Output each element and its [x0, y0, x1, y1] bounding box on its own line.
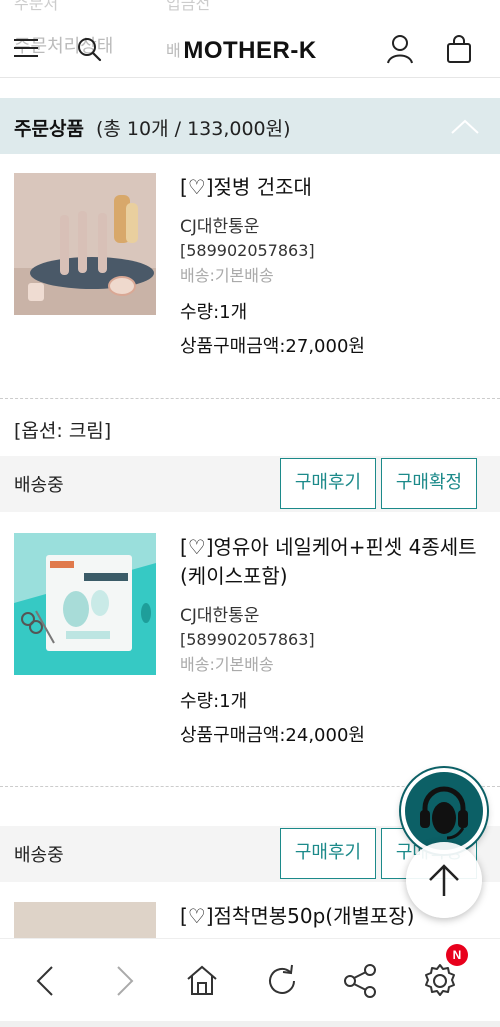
delivery-status: 배송중 [14, 475, 64, 496]
product-thumbnail[interactable] [14, 533, 156, 675]
product-option: [옵션: 크림] [14, 420, 112, 442]
ghost-row: 주문처 입금전 [0, 0, 500, 14]
product-name[interactable]: [♡]젖병 건조대 [180, 173, 490, 202]
confirm-purchase-button[interactable]: 구매확정 [381, 458, 477, 509]
purchase-amount: 상품구매금액:27,000원 [180, 336, 365, 357]
brand-logo[interactable]: MOTHER-K [0, 37, 500, 65]
order-summary: (총 10개 / 133,000원) [96, 118, 291, 140]
top-header: MOTHER-K [0, 14, 500, 78]
shipping-method: 배송:기본배송 [180, 266, 274, 285]
scroll-top-button[interactable] [406, 842, 482, 918]
tracking-number[interactable]: [589902057863] [180, 241, 490, 260]
order-items-header[interactable]: 주문상품 (총 10개 / 133,000원) [0, 98, 500, 154]
back-icon[interactable] [26, 961, 66, 1001]
status-bar: 배송중 구매후기 구매확정 [0, 456, 500, 512]
browser-bottom-nav [0, 938, 500, 1027]
courier-name: CJ대한통운 [180, 217, 260, 237]
divider [0, 398, 500, 399]
courier-name: CJ대한통운 [180, 606, 260, 626]
notification-badge: N [446, 944, 468, 966]
write-review-button[interactable]: 구매후기 [280, 458, 376, 509]
delivery-status: 배송중 [14, 845, 64, 866]
write-review-button[interactable]: 구매후기 [280, 828, 376, 879]
chevron-up-icon[interactable] [450, 116, 480, 136]
shipping-method: 배송:기본배송 [180, 655, 274, 674]
forward-icon[interactable] [104, 961, 144, 1001]
quantity: 수량:1개 [180, 691, 248, 712]
quantity: 수량:1개 [180, 302, 248, 323]
order-item: [♡]젖병 건조대 CJ대한통운 [589902057863] 배송:기본배송 … [0, 173, 500, 393]
ghost-text: 주문처 [14, 0, 59, 13]
product-info: [♡]젖병 건조대 CJ대한통운 [589902057863] 배송:기본배송 … [180, 173, 490, 358]
headset-icon [420, 786, 468, 840]
bag-icon[interactable] [446, 34, 472, 64]
home-icon[interactable] [182, 961, 222, 1001]
section-title: 주문상품 [14, 118, 84, 140]
product-thumbnail[interactable] [14, 902, 156, 938]
product-thumbnail[interactable] [14, 173, 156, 315]
product-info: [♡]영유아 네일케어+핀셋 4종세트 (케이스포함) CJ대한통운 [5899… [180, 533, 490, 747]
bottom-strip [0, 1021, 500, 1027]
refresh-icon[interactable] [262, 961, 302, 1001]
tracking-number[interactable]: [589902057863] [180, 630, 490, 649]
ghost-text: 입금전 [166, 0, 211, 13]
order-item: [♡]영유아 네일케어+핀셋 4종세트 (케이스포함) CJ대한통운 [5899… [0, 533, 500, 753]
product-name[interactable]: [♡]영유아 네일케어+핀셋 4종세트 (케이스포함) [180, 533, 490, 591]
arrow-up-icon [429, 864, 459, 896]
settings-icon[interactable] [420, 961, 460, 1001]
share-icon[interactable] [340, 961, 380, 1001]
purchase-amount: 상품구매금액:24,000원 [180, 725, 365, 746]
user-icon[interactable] [386, 34, 414, 64]
